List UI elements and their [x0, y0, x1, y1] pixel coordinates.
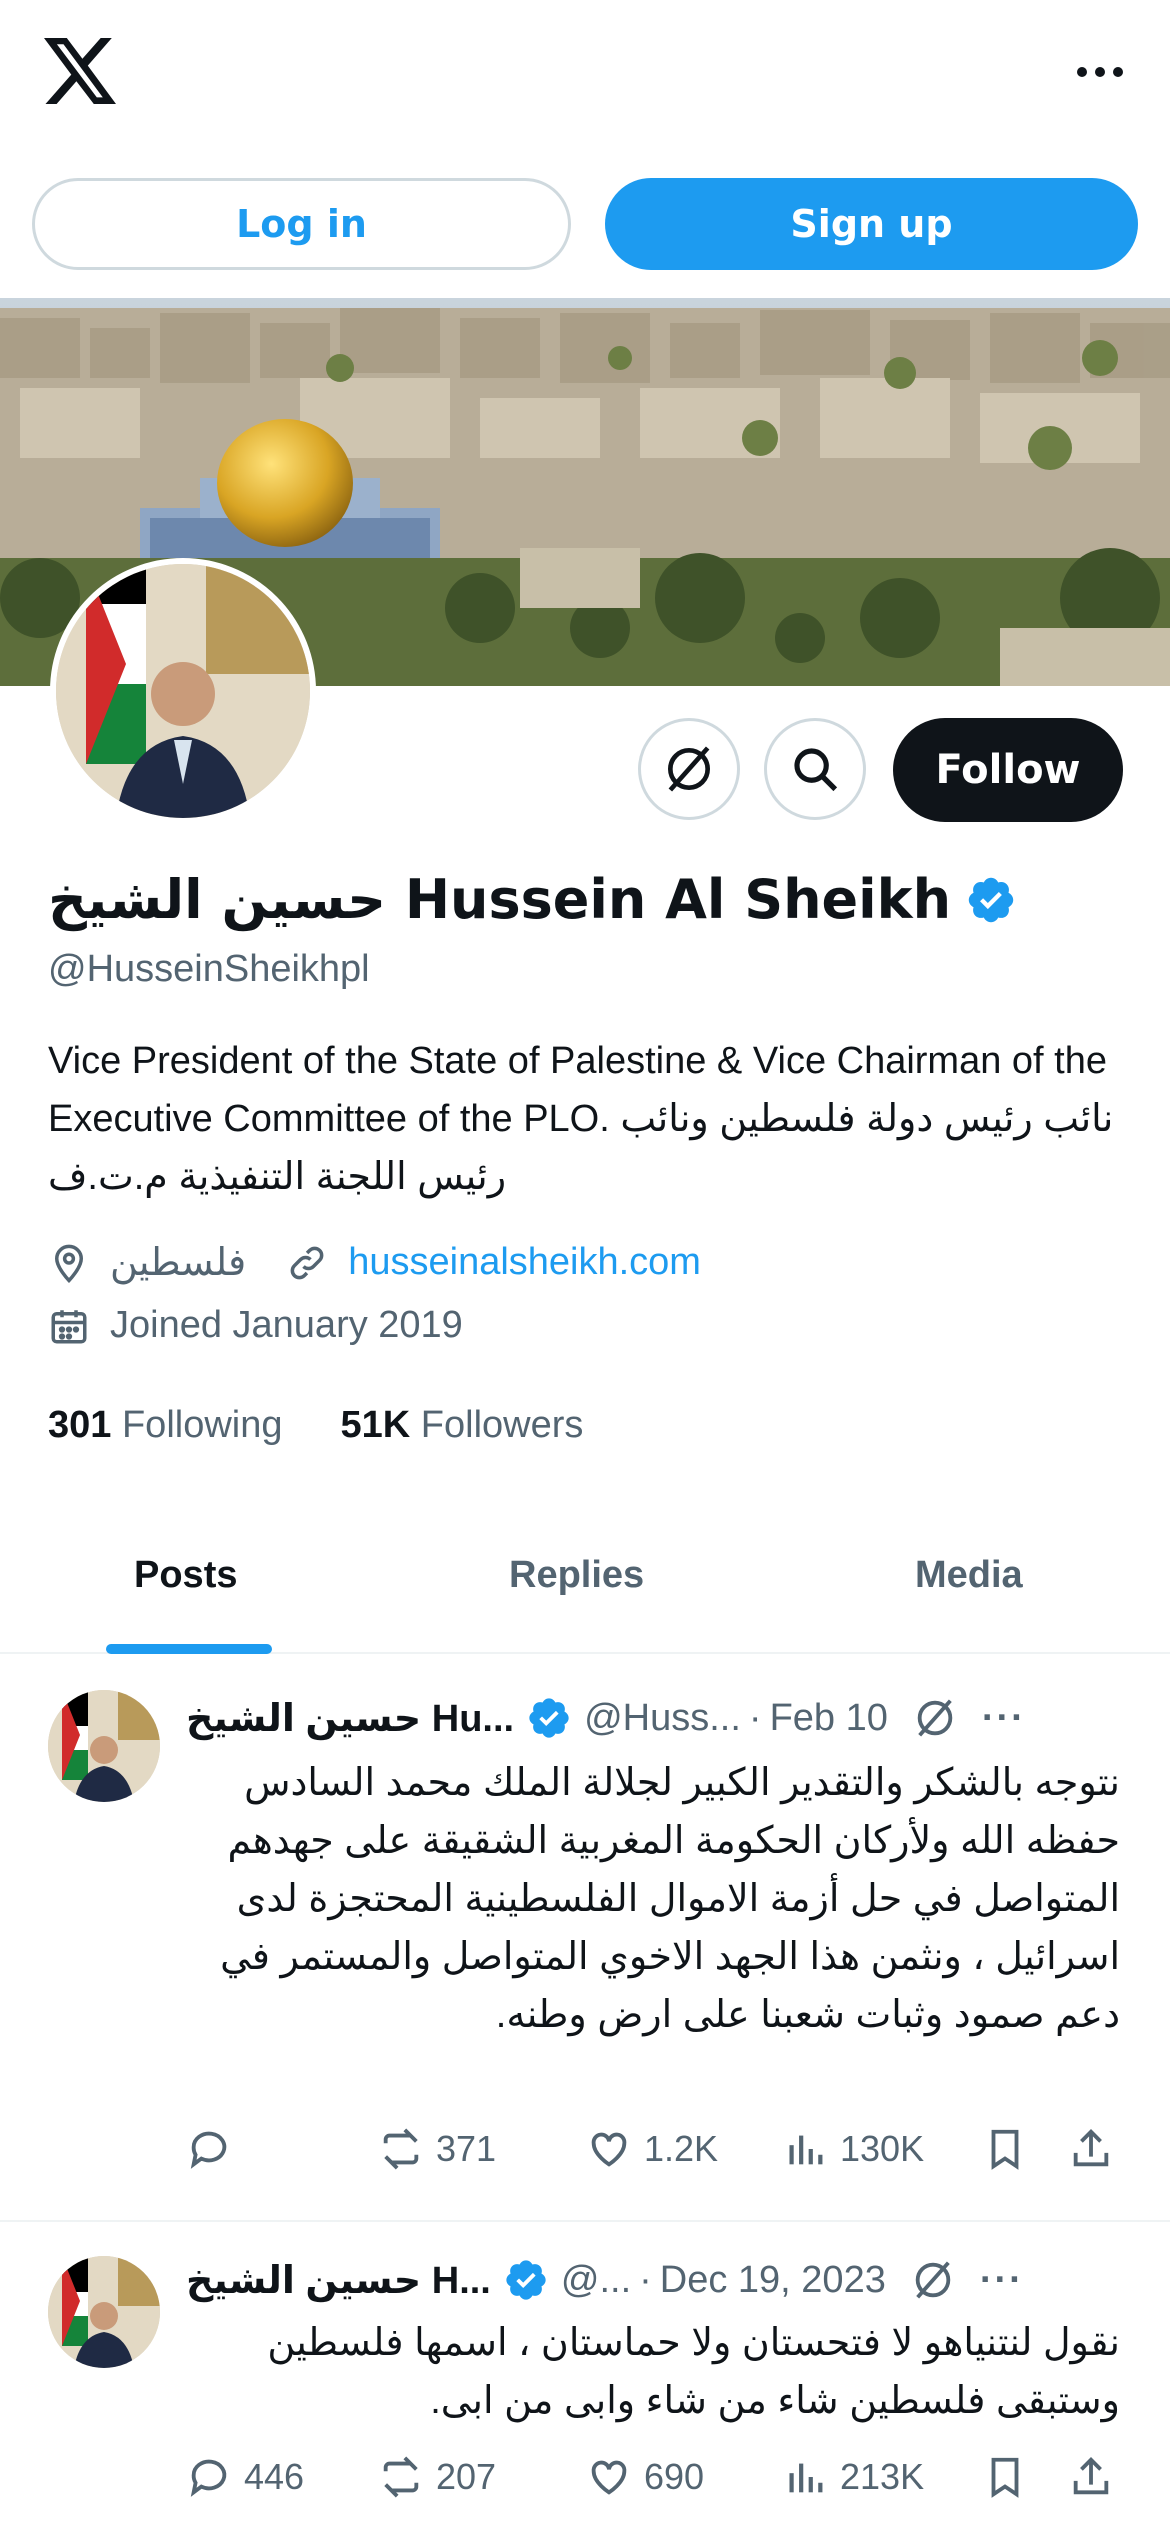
like-count: 1.2K	[644, 2128, 719, 2169]
post-more-icon[interactable]: ···	[980, 2259, 1024, 2302]
reply-icon	[190, 2131, 227, 2169]
profile-handle: @HusseinSheikhpl	[48, 948, 370, 990]
search-icon	[794, 748, 838, 792]
tab-media[interactable]: Media	[915, 1554, 1023, 1597]
grok-icon	[668, 746, 710, 792]
follow-button[interactable]: Follow	[893, 718, 1123, 822]
top-bar	[0, 0, 1170, 160]
bookmark-button[interactable]	[982, 2126, 1028, 2172]
website[interactable]: husseinalsheikh.com	[286, 1241, 701, 1284]
separator-dot: ·	[639, 2258, 652, 2301]
tab-replies[interactable]: Replies	[509, 1554, 644, 1597]
heart-icon	[591, 2460, 627, 2495]
search-button[interactable]	[764, 718, 866, 820]
grok-icon[interactable]	[910, 2257, 956, 2303]
post[interactable]: حسين الشيخ H... @... · Dec 19, 2023 ··· …	[0, 2222, 1170, 2532]
following-link[interactable]: 301 Following	[48, 1404, 283, 1447]
profile-meta: فلسطين husseinalsheikh.com	[48, 1240, 701, 1285]
views-count: 213K	[840, 2456, 925, 2497]
x-logo[interactable]	[44, 38, 116, 104]
grok-icon-button[interactable]	[638, 718, 740, 820]
post-header: حسين الشيخ H... @... · Dec 19, 2023 ···	[186, 2252, 1130, 2308]
bookmark-button[interactable]	[982, 2454, 1028, 2500]
link-icon	[290, 1246, 324, 1279]
post-more-icon[interactable]: ···	[982, 1697, 1026, 1740]
reply-icon	[190, 2459, 227, 2497]
share-icon	[1073, 2129, 1109, 2167]
signup-button[interactable]: Sign up	[605, 178, 1138, 270]
post-date[interactable]: Dec 19, 2023	[660, 2259, 886, 2302]
auth-bar: Log in Sign up	[32, 178, 1138, 270]
share-icon	[1073, 2457, 1109, 2495]
display-name-row: حسين الشيخ Hussein Al Sheikh	[48, 868, 1017, 931]
post-actions: 446 207 690 213K	[186, 2454, 1126, 2514]
post-text: نقول لنتنياهو لا فتحستان ولا حماستان ، ا…	[267, 2322, 1120, 2422]
post-actions: 371 1.2K 130K	[186, 2126, 1126, 2186]
verified-badge-icon	[506, 2260, 546, 2300]
views-icon	[789, 2135, 823, 2165]
location-text: فلسطين	[110, 1242, 247, 1284]
separator-dot: ·	[748, 1696, 762, 1739]
post-date[interactable]: Feb 10	[770, 1697, 888, 1740]
views-button[interactable]: 130K	[782, 2126, 924, 2172]
verified-badge-icon	[968, 877, 1014, 922]
like-button[interactable]: 690	[586, 2454, 704, 2500]
share-button[interactable]	[1068, 2126, 1114, 2172]
share-button[interactable]	[1068, 2454, 1114, 2500]
calendar-icon	[51, 1309, 87, 1343]
like-count: 690	[644, 2456, 705, 2497]
login-button[interactable]: Log in	[32, 178, 571, 270]
repost-count: 371	[436, 2128, 497, 2169]
repost-button[interactable]: 371	[378, 2126, 496, 2172]
post-author-name[interactable]: حسين الشيخ Hu...	[186, 1696, 514, 1741]
more-options-icon[interactable]	[1070, 52, 1130, 92]
verified-badge-icon	[529, 1698, 569, 1738]
repost-icon	[383, 2456, 419, 2498]
bookmark-icon	[991, 2129, 1019, 2170]
repost-count: 207	[436, 2456, 497, 2497]
active-tab-indicator	[106, 1644, 272, 1654]
tab-posts[interactable]: Posts	[134, 1554, 237, 1597]
views-icon	[789, 2463, 823, 2493]
post-avatar[interactable]	[48, 1690, 160, 1802]
follow-stats: 301 Following 51K Followers	[48, 1404, 583, 1447]
website-link[interactable]: husseinalsheikh.com	[348, 1241, 701, 1284]
location: فلسطين	[48, 1240, 286, 1285]
post-avatar[interactable]	[48, 2256, 160, 2368]
repost-icon	[383, 2128, 419, 2170]
grok-icon[interactable]	[912, 1695, 958, 1741]
profile-tabs: Posts Replies Media	[0, 1524, 1170, 1654]
post-author-name[interactable]: حسين الشيخ H...	[186, 2258, 491, 2303]
post-header: حسين الشيخ Hu... @Huss... · Feb 10 ···	[186, 1690, 1130, 1746]
post-handle[interactable]: @Huss...	[584, 1697, 741, 1740]
reply-button[interactable]: 446	[186, 2454, 304, 2500]
post[interactable]: حسين الشيخ Hu... @Huss... · Feb 10 ··· ن…	[0, 1656, 1170, 2222]
location-pin-icon	[54, 1244, 84, 1283]
reply-button[interactable]	[186, 2126, 244, 2172]
joined-text: Joined January 2019	[110, 1304, 463, 1346]
heart-icon	[591, 2132, 627, 2167]
profile-bio: Vice President of the State of Palestine…	[48, 1040, 1114, 1198]
reply-count: 446	[244, 2456, 305, 2497]
display-name: حسين الشيخ Hussein Al Sheikh	[48, 868, 952, 931]
bookmark-icon	[991, 2457, 1019, 2498]
views-button[interactable]: 213K	[782, 2454, 924, 2500]
views-count: 130K	[840, 2128, 925, 2169]
post-handle[interactable]: @...	[561, 2259, 631, 2302]
post-text: نتوجه بالشكر والتقدير الكبير لجلالة المل…	[220, 1762, 1120, 2036]
profile-avatar[interactable]	[50, 558, 316, 824]
joined-row: Joined January 2019	[48, 1304, 463, 1347]
repost-button[interactable]: 207	[378, 2454, 496, 2500]
followers-link[interactable]: 51K Followers	[341, 1404, 584, 1447]
like-button[interactable]: 1.2K	[586, 2126, 718, 2172]
